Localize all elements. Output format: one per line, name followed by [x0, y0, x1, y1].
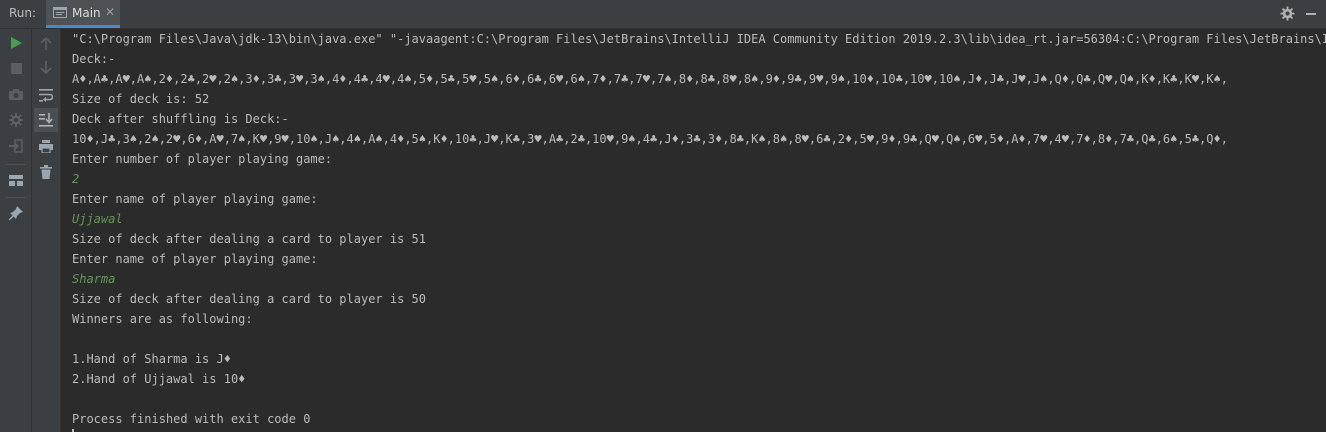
stop-icon[interactable] — [4, 56, 28, 80]
console-line: Size of deck after dealing a card to pla… — [72, 292, 427, 306]
layout-icon[interactable] — [4, 168, 28, 192]
down-arrow-icon[interactable] — [34, 56, 58, 80]
camera-icon[interactable] — [4, 82, 28, 106]
console-user-input: Sharma — [72, 272, 116, 286]
console-line: "C:\Program Files\Java\jdk-13\bin\java.e… — [72, 32, 1326, 46]
tab-main-label: Main — [72, 6, 101, 20]
console-line: Size of deck after dealing a card to pla… — [72, 232, 427, 246]
console-line: Enter number of player playing game: — [72, 152, 333, 166]
console-line: Enter name of player playing game: — [72, 252, 318, 266]
toolbar-divider — [6, 197, 26, 198]
console-actions-toolbar — [32, 29, 61, 432]
gear-icon[interactable] — [1280, 6, 1295, 21]
console-line: 1.Hand of Sharma is J♦ — [72, 352, 231, 366]
run-icon[interactable] — [4, 31, 28, 55]
console-line: Winners are as following: — [72, 312, 253, 326]
console-user-input: Ujjawal — [72, 212, 123, 226]
scroll-to-end-icon[interactable] — [34, 108, 58, 132]
close-icon[interactable]: ✕ — [105, 5, 115, 19]
console-line: Size of deck is: 52 — [72, 92, 210, 106]
console-output[interactable]: "C:\Program Files\Java\jdk-13\bin\java.e… — [61, 29, 1326, 432]
console-line: Process finished with exit code 0 — [72, 412, 311, 426]
run-tool-window-header: Run: Main ✕ — [0, 0, 1326, 29]
pin-icon[interactable] — [4, 201, 28, 225]
console-line: A♦,A♣,A♥,A♠,2♦,2♣,2♥,2♠,3♦,3♣,3♥,3♠,4♦,4… — [72, 72, 1228, 86]
exit-icon[interactable] — [4, 134, 28, 158]
print-icon[interactable] — [34, 134, 58, 158]
tab-main[interactable]: Main ✕ — [46, 0, 120, 28]
soft-wrap-icon[interactable] — [34, 83, 58, 107]
console-line: Deck:- — [72, 52, 116, 66]
console-line: 10♦,J♣,3♠,2♠,2♥,6♦,A♥,7♠,K♥,9♥,10♠,J♠,4♠… — [72, 132, 1228, 146]
trash-icon[interactable] — [34, 160, 58, 184]
run-label: Run: — [9, 6, 37, 20]
debug-icon[interactable] — [4, 108, 28, 132]
console-app-icon — [53, 7, 67, 18]
minimize-icon[interactable] — [1306, 13, 1316, 15]
run-actions-toolbar — [0, 29, 32, 432]
console-line: Deck after shuffling is Deck:- — [72, 112, 289, 126]
console-line: 2.Hand of Ujjawal is 10♦ — [72, 372, 246, 386]
console-line: Enter name of player playing game: — [72, 192, 318, 206]
toolbar-divider — [6, 164, 26, 165]
console-user-input: 2 — [72, 172, 80, 186]
up-arrow-icon[interactable] — [34, 31, 58, 55]
